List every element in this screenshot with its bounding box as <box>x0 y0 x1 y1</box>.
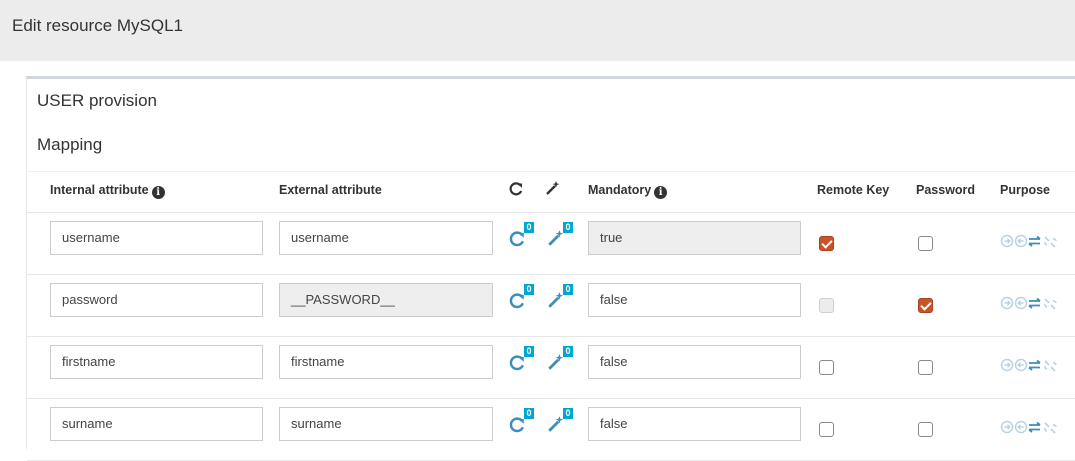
jexl-button[interactable]: 0 <box>547 408 573 434</box>
col-mandatory-label: Mandatory <box>588 183 652 197</box>
purpose-icons <box>1000 234 1062 253</box>
internal-attribute-field[interactable]: password <box>50 283 263 317</box>
external-attribute-field[interactable]: username <box>279 221 493 255</box>
col-password: Password <box>916 183 976 197</box>
transformers-count-badge: 0 <box>524 408 534 419</box>
magic-wand-icon <box>545 180 561 199</box>
purpose-icons <box>1000 420 1062 439</box>
transformers-button[interactable]: 0 <box>508 346 534 372</box>
table-row: password __PASSWORD__ 0 0 false <box>27 275 1075 337</box>
transformers-count-badge: 0 <box>524 284 534 295</box>
purpose-selector[interactable] <box>1000 357 1062 373</box>
table-row: surname surname 0 0 false <box>27 399 1075 461</box>
mapping-panel: USER provision Mapping Internal attribut… <box>26 76 1075 461</box>
jexl-count-badge: 0 <box>563 346 573 357</box>
jexl-count-badge: 0 <box>563 408 573 419</box>
purpose-icons <box>1000 358 1062 377</box>
col-remote-key: Remote Key <box>817 183 890 197</box>
page-title: Edit resource MySQL1 <box>12 16 184 35</box>
jexl-button[interactable]: 0 <box>547 222 573 248</box>
purpose-selector[interactable] <box>1000 419 1062 435</box>
transformers-count-badge: 0 <box>524 222 534 233</box>
col-internal-label: Internal attribute <box>50 183 149 197</box>
internal-attribute-field[interactable]: username <box>50 221 263 255</box>
col-mandatory: Mandatory i <box>588 183 668 199</box>
col-purpose: Purpose <box>1000 183 1051 197</box>
external-attribute-field[interactable]: firstname <box>279 345 493 379</box>
jexl-count-badge: 0 <box>563 222 573 233</box>
internal-attribute-field[interactable]: surname <box>50 407 263 441</box>
external-attribute-field: __PASSWORD__ <box>279 283 493 317</box>
mandatory-field[interactable]: false <box>588 345 801 379</box>
remote-key-checkbox[interactable] <box>819 360 834 375</box>
provision-title: USER provision <box>37 91 157 110</box>
table-row: username username 0 0 true <box>27 213 1075 275</box>
mapping-table-header: Internal attribute i External attribute M… <box>27 171 1075 213</box>
purpose-selector[interactable] <box>1000 295 1062 311</box>
password-checkbox[interactable] <box>918 236 933 251</box>
info-icon[interactable]: i <box>151 186 165 199</box>
purpose-icons <box>1000 296 1062 315</box>
mandatory-field[interactable]: false <box>588 283 801 317</box>
transformers-button[interactable]: 0 <box>508 408 534 434</box>
internal-attribute-field[interactable]: firstname <box>50 345 263 379</box>
jexl-button[interactable]: 0 <box>547 346 573 372</box>
mapping-title: Mapping <box>37 135 103 154</box>
jexl-button[interactable]: 0 <box>547 284 573 310</box>
transformers-button[interactable]: 0 <box>508 222 534 248</box>
info-icon[interactable]: i <box>654 186 668 199</box>
col-internal-attribute: Internal attribute i <box>50 183 165 199</box>
remote-key-checkbox <box>819 298 834 313</box>
refresh-icon <box>508 181 524 200</box>
jexl-count-badge: 0 <box>563 284 573 295</box>
password-checkbox[interactable] <box>918 422 933 437</box>
password-checkbox[interactable] <box>918 360 933 375</box>
transformers-button[interactable]: 0 <box>508 284 534 310</box>
transformers-count-badge: 0 <box>524 346 534 357</box>
table-row: firstname firstname 0 0 false <box>27 337 1075 399</box>
purpose-selector[interactable] <box>1000 233 1062 249</box>
remote-key-checkbox[interactable] <box>819 422 834 437</box>
page-header: Edit resource MySQL1 <box>0 0 1075 61</box>
mandatory-field[interactable]: false <box>588 407 801 441</box>
mandatory-field: true <box>588 221 801 255</box>
col-external-attribute: External attribute <box>279 183 382 197</box>
password-checkbox[interactable] <box>918 298 933 313</box>
remote-key-checkbox[interactable] <box>819 236 834 251</box>
external-attribute-field[interactable]: surname <box>279 407 493 441</box>
